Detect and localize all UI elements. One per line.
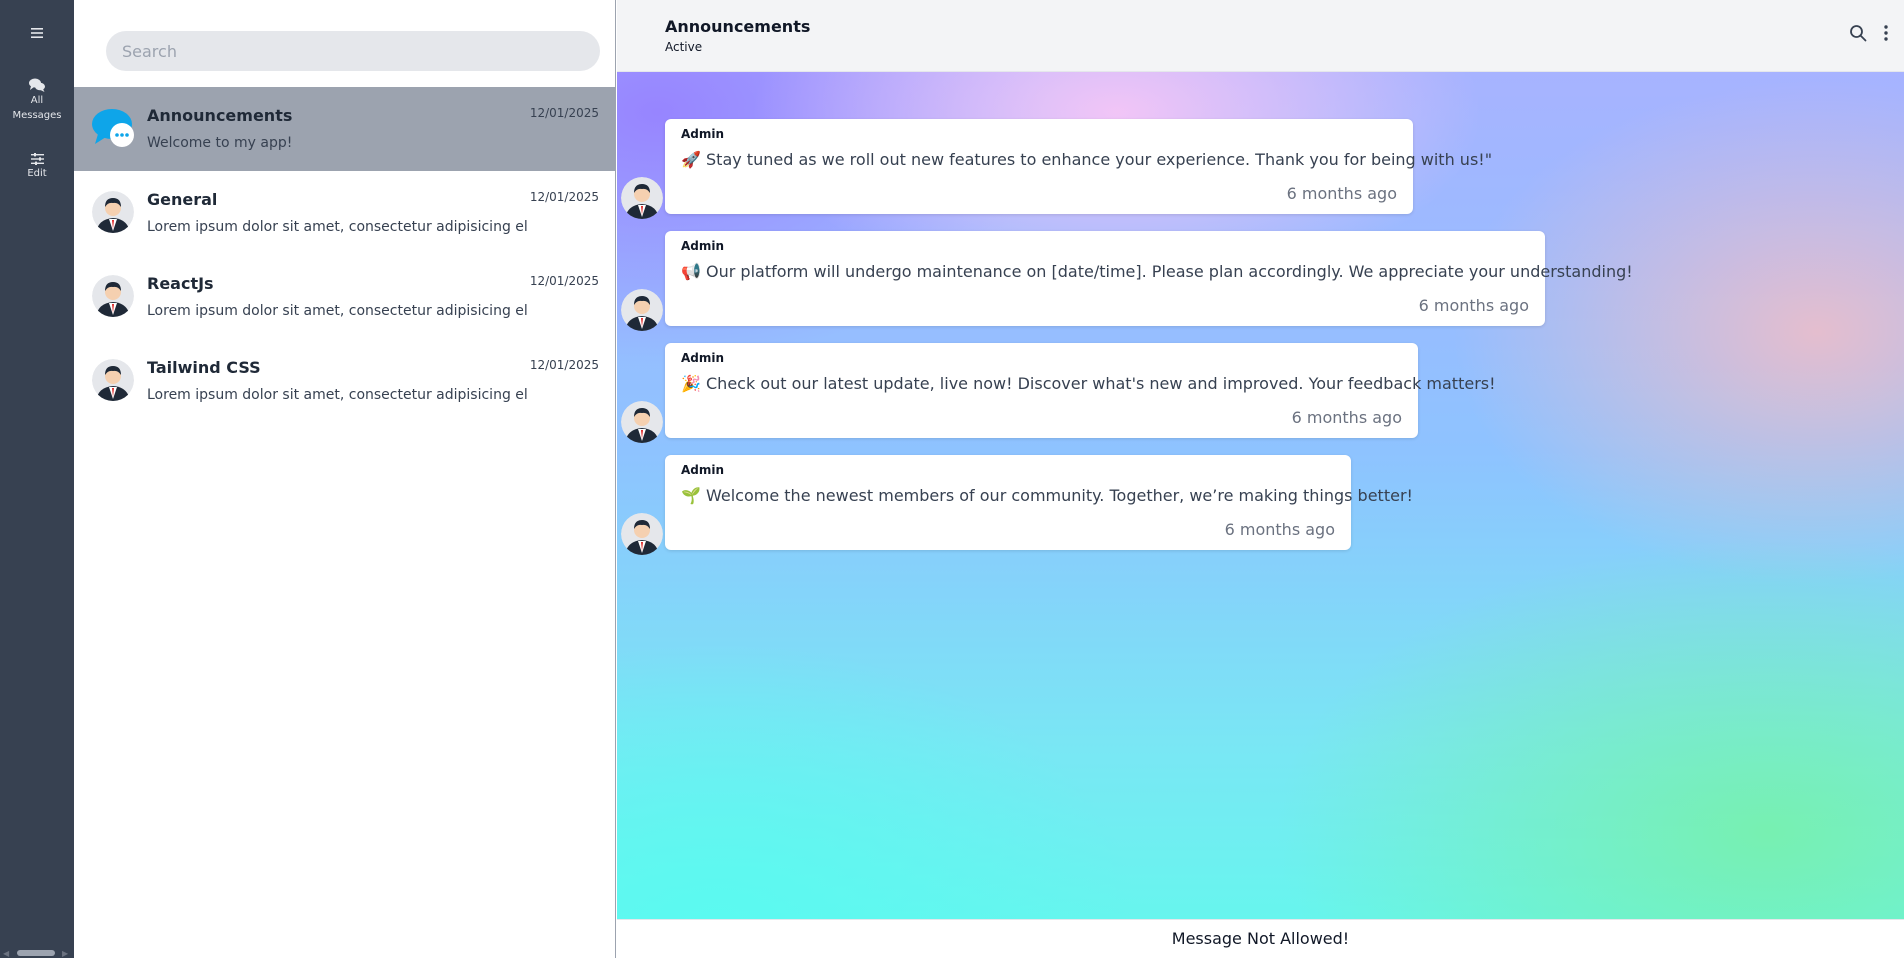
message-text: 🎉 Check out our latest update, live now!… [681,374,1496,393]
message-time: 6 months ago [1286,184,1397,203]
chat-item-general[interactable]: General 12/01/2025 Lorem ipsum dolor sit… [74,171,615,255]
menu-button[interactable] [0,28,74,38]
message-sender: Admin [681,239,725,253]
conversation-panel: Announcements Active Admin 🚀 Stay tuned … [617,0,1904,958]
scrollbar-thumb[interactable] [17,950,55,956]
message-not-allowed-notice: Message Not Allowed! [617,919,1904,958]
message-text: 📢 Our platform will undergo maintenance … [681,262,1633,281]
message-text: 🌱 Welcome the newest members of our comm… [681,486,1413,505]
scroll-right-arrow-icon[interactable]: ▶ [62,949,68,958]
chat-list-panel: Announcements 12/01/2025 Welcome to my a… [74,0,616,958]
message-sender: Admin [681,351,725,365]
message-bubble: Admin 🎉 Check out our latest update, liv… [665,343,1496,438]
avatar [92,191,134,233]
horizontal-scrollbar[interactable]: ◀ ▶ [0,948,74,958]
avatar [92,359,134,401]
edit-button[interactable]: Edit [0,153,74,181]
message-bubble: Admin 📢 Our platform will undergo mainte… [665,231,1633,326]
avatar [92,275,134,317]
chat-date: 12/01/2025 [529,358,599,372]
chat-preview: Lorem ipsum dolor sit amet, consectetur … [147,303,529,319]
chat-name: Announcements [147,106,293,125]
search-icon[interactable] [1849,24,1867,42]
message-sender: Admin [681,463,725,477]
nav-rail: All Messages Edit ◀ ▶ [0,0,74,958]
conversation-header: Announcements Active [617,0,1904,72]
chat-preview: Welcome to my app! [147,135,293,151]
chat-date: 12/01/2025 [529,106,599,120]
message-text: 🚀 Stay tuned as we roll out new features… [681,150,1493,169]
search-input[interactable] [106,31,600,71]
chat-name: General [147,190,218,209]
avatar [621,177,663,219]
chat-item-tailwind-css[interactable]: Tailwind CSS 12/01/2025 Lorem ipsum dolo… [74,339,615,423]
edit-label: Edit [27,168,47,179]
all-messages-button[interactable]: All Messages [0,78,74,123]
chat-item-reactjs[interactable]: ReactJs 12/01/2025 Lorem ipsum dolor sit… [74,255,615,339]
chat-name: ReactJs [147,274,214,293]
messages-area: Admin 🚀 Stay tuned as we roll out new fe… [617,72,1904,919]
avatar [621,513,663,555]
chat-name: Tailwind CSS [147,358,261,377]
message-sender: Admin [681,127,725,141]
chat-date: 12/01/2025 [529,190,599,204]
chat-preview: Lorem ipsum dolor sit amet, consectetur … [147,387,529,403]
chat-date: 12/01/2025 [529,274,599,288]
message-bubble: Admin 🌱 Welcome the newest members of ou… [665,455,1413,550]
more-vertical-icon[interactable] [1883,24,1889,42]
all-messages-label: All Messages [12,95,62,121]
chat-item-announcements[interactable]: Announcements 12/01/2025 Welcome to my a… [74,87,615,171]
hamburger-icon [31,28,43,38]
message-time: 6 months ago [1418,296,1529,315]
scroll-left-arrow-icon[interactable]: ◀ [3,949,9,958]
message-bubble: Admin 🚀 Stay tuned as we roll out new fe… [665,119,1493,214]
conversation-status: Active [665,40,703,54]
avatar [621,289,663,331]
chat-preview: Lorem ipsum dolor sit amet, consectetur … [147,219,529,235]
chat-bubbles-icon [29,78,45,92]
chat-bubble-icon [92,107,134,149]
avatar [621,401,663,443]
conversation-title: Announcements [665,17,811,36]
sliders-icon [30,153,44,165]
message-time: 6 months ago [1224,520,1335,539]
message-time: 6 months ago [1291,408,1402,427]
